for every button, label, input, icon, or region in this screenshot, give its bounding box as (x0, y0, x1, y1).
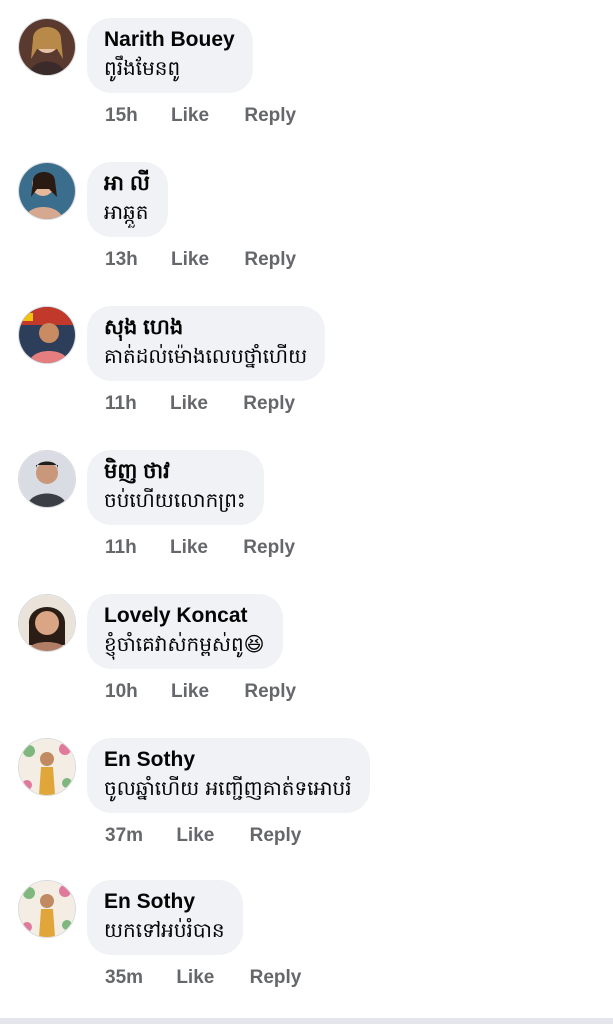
comment-item: En Sothy ចូលឆ្នាំហើយ អញ្ជើញគាត់ទអោបរំ 37… (0, 720, 613, 860)
like-button[interactable]: Like (170, 392, 208, 416)
comment-author[interactable]: En Sothy (104, 747, 352, 773)
avatar[interactable] (18, 162, 76, 220)
comment-item: En Sothy យកទៅអប់រំបាន 35m Like Reply (0, 862, 613, 1002)
comment-bubble: សុង ហេង គាត់ដល់ម៉ោងលេបថ្នាំហើយ (87, 306, 326, 381)
comment-item: អា លី អាឆ្កួត 13h Like Reply (0, 144, 613, 284)
comment-author[interactable]: អា លី (104, 171, 150, 197)
comment-item: Narith Bouey ពូរឹងមែនពូ 15h Like Reply (0, 0, 613, 140)
like-button[interactable]: Like (171, 680, 209, 704)
reply-button[interactable]: Reply (244, 248, 296, 272)
comment-item: មិញ ថាវ ចប់ហើយលោកព្រះ 11h Like Reply (0, 432, 613, 572)
avatar[interactable] (18, 306, 76, 364)
like-button[interactable]: Like (170, 536, 208, 560)
reply-button[interactable]: Reply (244, 680, 296, 704)
comment-author[interactable]: En Sothy (104, 889, 225, 915)
comment-bubble: En Sothy ចូលឆ្នាំហើយ អញ្ជើញគាត់ទអោបរំ (87, 738, 370, 813)
bottom-divider (0, 1018, 613, 1024)
comment-text: ពូរឹងមែនពូ (104, 56, 181, 80)
comment-timestamp[interactable]: 11h (105, 536, 137, 560)
reply-button[interactable]: Reply (244, 104, 296, 128)
comment-timestamp[interactable]: 13h (105, 248, 138, 272)
avatar[interactable] (18, 18, 76, 76)
comment-text: យកទៅអប់រំបាន (104, 918, 225, 942)
reply-button[interactable]: Reply (250, 824, 302, 848)
comment-item: Lovely Koncat ខ្ញុំចាំគេវាស់កម្ពស់ពូ😆 10… (0, 576, 613, 716)
comment-actions: 11h Like Reply (105, 536, 295, 560)
comment-bubble: En Sothy យកទៅអប់រំបាន (87, 880, 243, 955)
avatar[interactable] (18, 594, 76, 652)
comment-actions: 10h Like Reply (105, 680, 296, 704)
comment-text: គាត់ដល់ម៉ោងលេបថ្នាំហើយ (104, 344, 308, 368)
comment-bubble: Narith Bouey ពូរឹងមែនពូ (87, 18, 253, 93)
comment-bubble: មិញ ថាវ ចប់ហើយលោកព្រះ (87, 450, 264, 525)
comment-author[interactable]: Narith Bouey (104, 27, 235, 53)
reply-button[interactable]: Reply (250, 966, 302, 990)
comment-timestamp[interactable]: 37m (105, 824, 143, 848)
avatar[interactable] (18, 738, 76, 796)
avatar[interactable] (18, 880, 76, 938)
comment-actions: 15h Like Reply (105, 104, 296, 128)
comment-timestamp[interactable]: 10h (105, 680, 138, 704)
comment-timestamp[interactable]: 35m (105, 966, 143, 990)
like-button[interactable]: Like (171, 104, 209, 128)
comment-item: សុង ហេង គាត់ដល់ម៉ោងលេបថ្នាំហើយ 11h Like … (0, 288, 613, 428)
comment-text: អាឆ្កួត (104, 200, 149, 224)
comment-author[interactable]: Lovely Koncat (104, 603, 265, 629)
avatar[interactable] (18, 450, 76, 508)
comment-text: ចូលឆ្នាំហើយ អញ្ជើញគាត់ទអោបរំ (104, 776, 352, 800)
like-button[interactable]: Like (176, 824, 214, 848)
reply-button[interactable]: Reply (243, 536, 295, 560)
comment-author[interactable]: មិញ ថាវ (104, 459, 246, 485)
comment-list: Narith Bouey ពូរឹងមែនពូ 15h Like Reply អ… (0, 0, 613, 1024)
like-button[interactable]: Like (176, 966, 214, 990)
comment-timestamp[interactable]: 11h (105, 392, 137, 416)
comment-actions: 11h Like Reply (105, 392, 295, 416)
comment-timestamp[interactable]: 15h (105, 104, 138, 128)
comment-actions: 13h Like Reply (105, 248, 296, 272)
reply-button[interactable]: Reply (243, 392, 295, 416)
comment-text: ចប់ហើយលោកព្រះ (104, 488, 246, 512)
comment-bubble: អា លី អាឆ្កួត (87, 162, 168, 237)
comment-bubble: Lovely Koncat ខ្ញុំចាំគេវាស់កម្ពស់ពូ😆 (87, 594, 283, 669)
comment-text: ខ្ញុំចាំគេវាស់កម្ពស់ពូ😆 (104, 632, 265, 656)
comment-author[interactable]: សុង ហេង (104, 315, 307, 341)
like-button[interactable]: Like (171, 248, 209, 272)
comment-actions: 37m Like Reply (105, 824, 301, 848)
comment-actions: 35m Like Reply (105, 966, 301, 990)
